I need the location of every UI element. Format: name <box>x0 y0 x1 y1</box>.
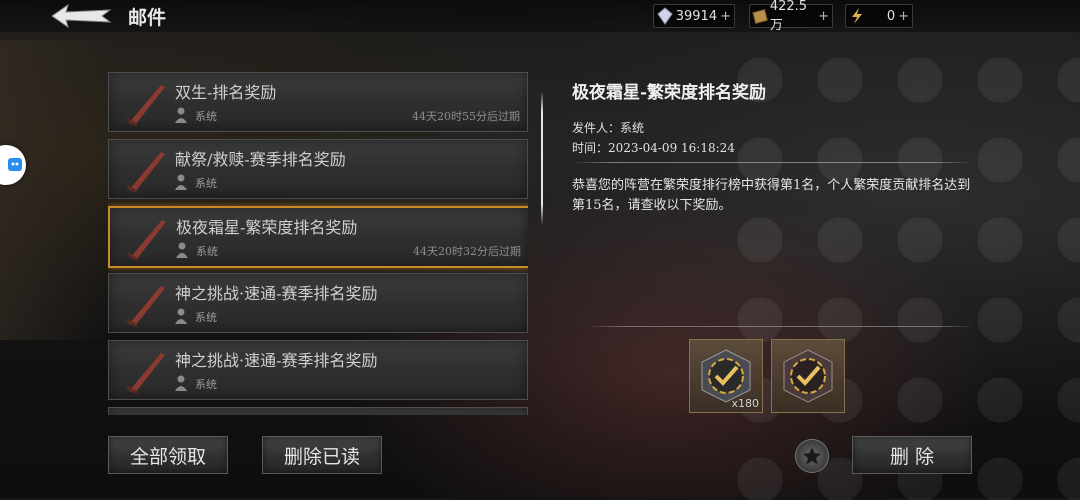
person-icon <box>176 242 188 258</box>
lightning-icon <box>846 5 868 27</box>
sword-icon <box>127 220 166 262</box>
mail-sender: 系统 <box>195 177 217 190</box>
claim-all-button[interactable]: 全部领取 <box>108 436 228 474</box>
sword-icon <box>126 152 165 194</box>
sword-icon <box>126 353 165 395</box>
gold-plus-button[interactable]: + <box>818 9 829 24</box>
back-arrow-icon <box>51 3 112 29</box>
reward-item[interactable] <box>771 339 845 413</box>
top-bar: 邮件 39914 + 422.5万 + 0 + <box>0 0 1080 33</box>
sword-icon <box>126 85 165 127</box>
resource-crystal: 39914 + <box>653 4 735 28</box>
page-title: 邮件 <box>128 7 167 29</box>
crystal-icon <box>654 5 676 27</box>
mail-sender: 系统 <box>195 110 217 123</box>
reward-check-icon <box>783 349 833 403</box>
delete-button[interactable]: 删 除 <box>852 436 972 474</box>
reward-qty: x180 <box>731 397 759 410</box>
crystal-value: 39914 <box>675 8 718 24</box>
mail-item[interactable]: 神之挑战·速通-赛季排名奖励 系统 <box>108 273 528 333</box>
detail-title: 极夜霜星-繁荣度排名奖励 <box>572 83 767 103</box>
background-left-art <box>0 40 110 340</box>
back-button[interactable] <box>50 2 114 30</box>
mail-item-partial[interactable] <box>108 407 528 415</box>
sender-label: 发件人： <box>572 121 621 135</box>
sender-value: 系统 <box>620 121 645 135</box>
mail-subject: 神之挑战·速通-赛季排名奖励 <box>175 351 378 370</box>
mail-subject: 极夜霜星-繁荣度排名奖励 <box>176 218 358 237</box>
mail-sender: 系统 <box>196 245 218 258</box>
favorite-button[interactable] <box>795 439 829 473</box>
mail-subject: 双生-排名奖励 <box>175 83 277 102</box>
reward-item[interactable]: x180 <box>689 339 763 413</box>
detail-time-row: 时间：2023-04-09 16:18:24 <box>572 139 735 156</box>
sword-icon <box>126 286 165 328</box>
mail-subject: 献祭/救赎-赛季排名奖励 <box>175 150 346 169</box>
person-icon <box>175 308 187 324</box>
detail-body: 恭喜您的阵营在繁荣度排行榜中获得第1名，个人繁荣度贡献排名达到第15名，请查收以… <box>572 178 971 213</box>
mail-expiry: 44天20时55分后过期 <box>412 110 520 123</box>
resource-energy: 0 + <box>845 4 913 28</box>
mail-subject: 神之挑战·速通-赛季排名奖励 <box>175 284 378 303</box>
mail-item-selected[interactable]: 极夜霜星-繁荣度排名奖励 系统 44天20时32分后过期 <box>108 206 528 268</box>
chat-bubble-icon <box>8 158 22 171</box>
mail-item[interactable]: 双生-排名奖励 系统 44天20时55分后过期 <box>108 72 528 132</box>
detail-sender-row: 发件人：系统 <box>572 119 644 136</box>
delete-read-button[interactable]: 删除已读 <box>262 436 382 474</box>
mail-sender: 系统 <box>195 311 217 324</box>
time-value: 2023-04-09 16:18:24 <box>608 141 735 155</box>
mail-expiry: 44天20时32分后过期 <box>413 245 521 258</box>
rewards-divider <box>585 326 975 327</box>
mail-item[interactable]: 献祭/救赎-赛季排名奖励 系统 <box>108 139 528 199</box>
mail-item[interactable]: 神之挑战·速通-赛季排名奖励 系统 <box>108 340 528 400</box>
gold-value: 422.5万 <box>769 0 808 33</box>
crystal-plus-button[interactable]: + <box>720 9 731 24</box>
person-icon <box>175 375 187 391</box>
mail-list[interactable]: 双生-排名奖励 系统 44天20时55分后过期 献祭/救赎-赛季排名奖励 系统 … <box>108 72 528 415</box>
time-label: 时间： <box>572 141 609 155</box>
mail-sender: 系统 <box>195 378 217 391</box>
person-icon <box>175 174 187 190</box>
energy-plus-button[interactable]: + <box>898 9 909 24</box>
star-icon <box>803 447 821 465</box>
vertical-divider <box>541 92 543 224</box>
background-icon-grid <box>720 40 1080 500</box>
resource-gold: 422.5万 + <box>749 0 833 33</box>
person-icon <box>175 107 187 123</box>
gold-icon <box>750 5 770 27</box>
detail-divider <box>572 162 972 163</box>
energy-value: 0 <box>886 8 896 24</box>
